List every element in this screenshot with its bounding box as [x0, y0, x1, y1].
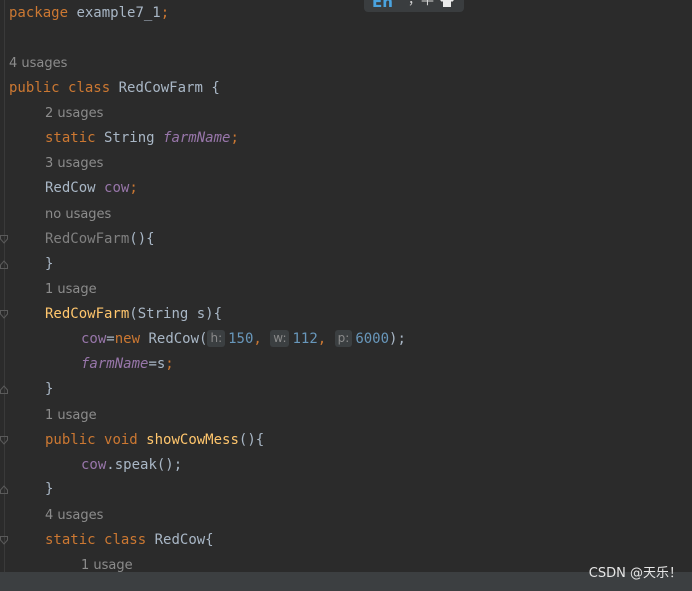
code-line-package[interactable]: package example7_1; — [9, 1, 169, 26]
code-line-cow-decl[interactable]: RedCow cow; — [45, 176, 138, 201]
ctor-unused-name: RedCowFarm — [45, 231, 130, 247]
fold-marker-icon[interactable] — [0, 385, 8, 394]
value-h: 150 — [228, 331, 254, 347]
speak-call: .speak(); — [106, 457, 183, 473]
code-line-ctor[interactable]: RedCowFarm(String s){ — [45, 302, 222, 327]
fold-marker-icon[interactable] — [0, 485, 8, 494]
usage-hint[interactable]: no usages — [45, 202, 111, 227]
call-end: ); — [389, 331, 406, 347]
class-name: RedCowFarm { — [110, 80, 220, 96]
ctor-name: RedCowFarm — [45, 306, 130, 322]
field-cow: cow — [104, 180, 130, 196]
keyword-public: public — [45, 432, 96, 448]
watermark: CSDN @天乐！ — [588, 566, 682, 581]
type-redcow: RedCow — [45, 180, 105, 196]
semicolon: ; — [129, 180, 138, 196]
code-line-inner-class[interactable]: static class RedCow{ — [45, 528, 214, 553]
semicolon: ; — [165, 356, 174, 372]
keyword-class: class — [68, 80, 111, 96]
param-hint-w: w: — [270, 330, 290, 347]
fold-marker-icon[interactable] — [0, 260, 8, 269]
usage-hint[interactable]: 4 usages — [9, 51, 67, 76]
usage-hint[interactable]: 1 usage — [45, 277, 97, 302]
param-hint-h: h: — [207, 330, 226, 347]
shirt-icon — [440, 0, 454, 7]
assign-s: =s — [148, 356, 166, 372]
value-p: 6000 — [355, 331, 390, 347]
usage-hint[interactable]: 3 usages — [45, 151, 103, 176]
method-rest: (){ — [238, 432, 265, 448]
semicolon: ; — [230, 130, 239, 146]
fold-marker-icon[interactable] — [0, 536, 8, 545]
keyword-static: static — [45, 130, 96, 146]
equals: = — [106, 331, 115, 347]
redcow-call: RedCow( — [140, 331, 208, 347]
usage-hint[interactable]: 2 usages — [45, 101, 103, 126]
code-line-close-brace[interactable]: } — [45, 477, 53, 502]
ime-indicator[interactable]: En ，半 — [364, 0, 464, 12]
fold-marker-icon[interactable] — [0, 310, 8, 319]
ctor-unused-rest: (){ — [129, 231, 155, 247]
inner-class-name: RedCow{ — [146, 532, 214, 548]
field-farmname: farmName — [81, 356, 149, 372]
code-line-method[interactable]: public void showCowMess(){ — [45, 428, 264, 453]
code-line-farmname-decl[interactable]: static String farmName; — [45, 126, 239, 151]
fold-marker-icon[interactable] — [0, 436, 8, 445]
ime-mode: ，半 — [408, 0, 435, 8]
code-line-ctor-unused[interactable]: RedCowFarm(){ — [45, 227, 155, 252]
type-string: String — [95, 130, 164, 146]
field-cow: cow — [81, 457, 107, 473]
keyword-class: class — [104, 532, 147, 548]
code-line-class-decl[interactable]: public class RedCowFarm { — [9, 76, 220, 101]
code-line-close-brace[interactable]: } — [45, 252, 53, 277]
code-editor[interactable]: package example7_1; 4 usages public clas… — [0, 0, 692, 572]
code-line-cow-assign[interactable]: cow=new RedCow(h: 150, w: 112, p: 6000); — [81, 327, 406, 352]
method-name: showCowMess — [146, 432, 239, 448]
keyword-package: package — [9, 5, 69, 21]
package-name: example7_1 — [68, 5, 161, 21]
fold-marker-icon[interactable] — [0, 235, 8, 244]
usage-hint[interactable]: 1 usage — [81, 553, 133, 572]
field-cow: cow — [81, 331, 107, 347]
param-hint-p: p: — [334, 330, 353, 347]
keyword-void: void — [104, 432, 138, 448]
usage-hint[interactable]: 1 usage — [45, 403, 97, 428]
code-line-close-brace[interactable]: } — [45, 377, 53, 402]
keyword-public: public — [9, 80, 60, 96]
usage-hint[interactable]: 4 usages — [45, 503, 103, 528]
ctor-params: (String s){ — [129, 306, 223, 322]
ime-language: En — [372, 0, 393, 11]
comma: , — [317, 331, 335, 347]
code-line-farmname-assign[interactable]: farmName=s; — [81, 352, 174, 377]
field-farmname: farmName — [163, 130, 231, 146]
comma: , — [253, 331, 271, 347]
value-w: 112 — [292, 331, 318, 347]
code-line-speak[interactable]: cow.speak(); — [81, 453, 182, 478]
semicolon: ; — [160, 5, 170, 21]
keyword-new: new — [114, 331, 141, 347]
keyword-static: static — [45, 532, 96, 548]
